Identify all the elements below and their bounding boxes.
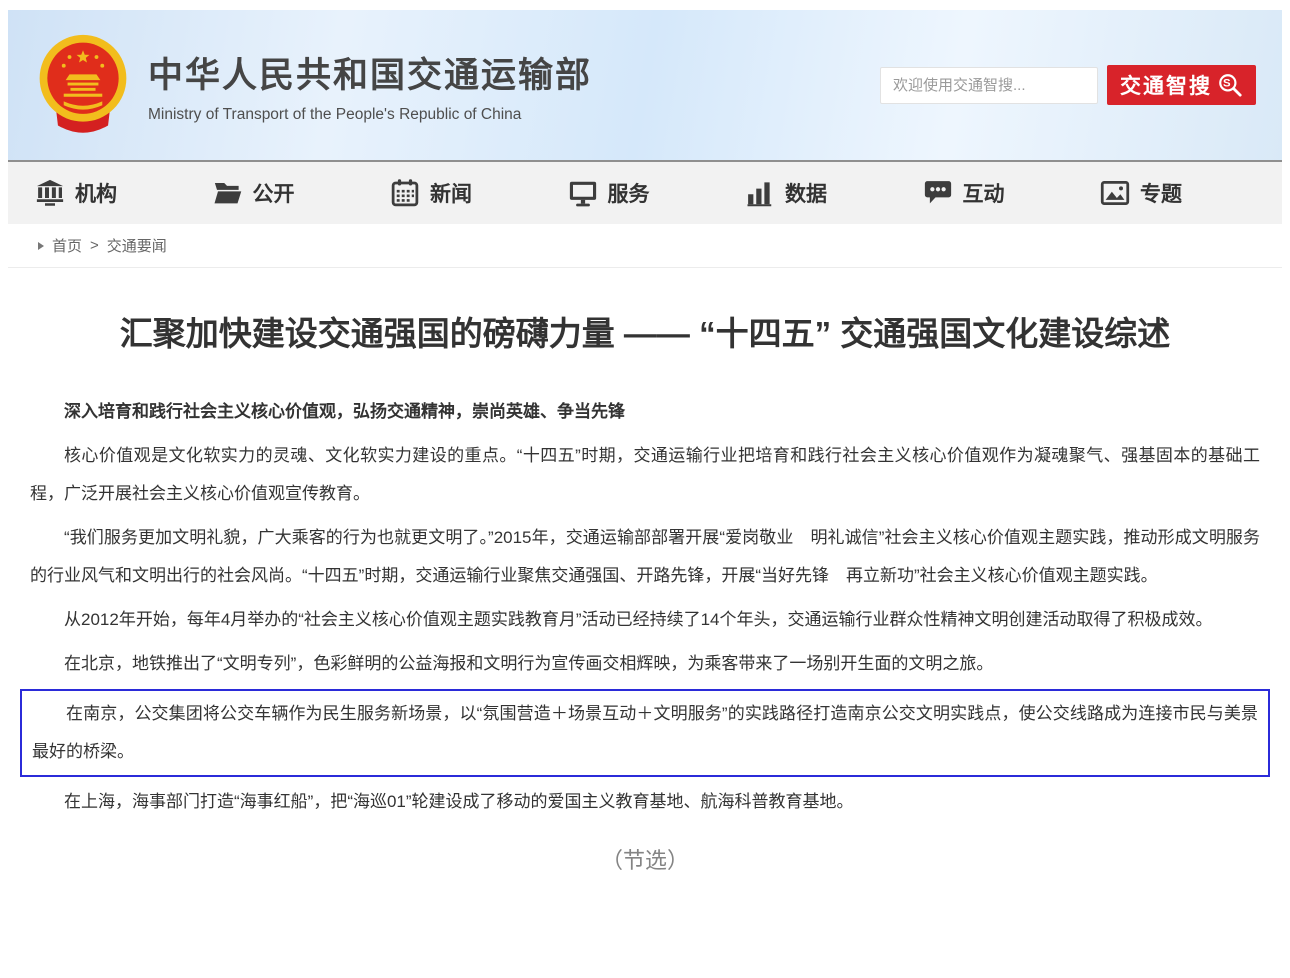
- site-subtitle: Ministry of Transport of the People's Re…: [148, 106, 592, 124]
- page: 中华人民共和国交通运输部 Ministry of Transport of th…: [0, 0, 1290, 978]
- nav-item-topics[interactable]: 专题: [1100, 178, 1182, 208]
- article-highlighted-paragraph: 在南京，公交集团将公交车辆作为民生服务新场景，以“氛围营造＋场景互动＋文明服务”…: [32, 695, 1258, 771]
- search-input[interactable]: [880, 67, 1098, 104]
- nav-label: 互动: [963, 178, 1005, 208]
- monitor-icon: [568, 178, 598, 208]
- highlight-annotation-box: 在南京，公交集团将公交车辆作为民生服务新场景，以“氛围营造＋场景互动＋文明服务”…: [20, 689, 1270, 777]
- nav-label: 新闻: [430, 178, 472, 208]
- breadcrumb-separator: >: [90, 237, 99, 254]
- bar-chart-icon: [745, 178, 775, 208]
- article-paragraph: 在北京，地铁推出了“文明专列”，色彩鲜明的公益海报和文明行为宣传画交相辉映，为乘…: [30, 645, 1260, 683]
- nav-label: 机构: [75, 178, 117, 208]
- nav-label: 专题: [1140, 178, 1182, 208]
- article-paragraph: 核心价值观是文化软实力的灵魂、文化软实力建设的重点。“十四五”时期，交通运输行业…: [30, 437, 1260, 513]
- folder-icon: [213, 178, 243, 208]
- article-lead-paragraph: 深入培育和践行社会主义核心价值观，弘扬交通精神，崇尚英雄、争当先锋: [30, 393, 1260, 431]
- picture-icon: [1100, 178, 1130, 208]
- breadcrumb-arrow-icon: [38, 242, 44, 250]
- bank-icon: [35, 178, 65, 208]
- nav-item-services[interactable]: 服务: [568, 178, 650, 208]
- excerpt-note: （节选）: [30, 843, 1260, 875]
- smart-search-button[interactable]: 交通智搜 S: [1107, 65, 1256, 105]
- nav-item-institutions[interactable]: 机构: [35, 178, 117, 208]
- nav-label: 公开: [253, 178, 295, 208]
- header-banner: 中华人民共和国交通运输部 Ministry of Transport of th…: [8, 10, 1282, 160]
- nav-label: 数据: [785, 178, 827, 208]
- article-paragraph: 从2012年开始，每年4月举办的“社会主义核心价值观主题实践教育月”活动已经持续…: [30, 601, 1260, 639]
- article: 汇聚加快建设交通强国的磅礴力量 —— “十四五” 交通强国文化建设综述 深入培育…: [0, 312, 1290, 875]
- breadcrumb-home-link[interactable]: 首页: [52, 235, 82, 256]
- site-title: 中华人民共和国交通运输部: [148, 47, 592, 98]
- nav-label: 服务: [608, 178, 650, 208]
- china-national-emblem-icon: [34, 32, 132, 138]
- main-nav: 机构 公开 新闻: [8, 160, 1282, 224]
- breadcrumb: 首页 > 交通要闻: [8, 224, 1282, 268]
- nav-item-disclosure[interactable]: 公开: [213, 178, 295, 208]
- article-closing-paragraph: 在上海，海事部门打造“海事红船”，把“海巡01”轮建设成了移动的爱国主义教育基地…: [30, 783, 1260, 821]
- article-title: 汇聚加快建设交通强国的磅礴力量 —— “十四五” 交通强国文化建设综述: [30, 312, 1260, 357]
- calendar-icon: [390, 178, 420, 208]
- nav-item-data[interactable]: 数据: [745, 178, 827, 208]
- nav-item-news[interactable]: 新闻: [390, 178, 472, 208]
- smart-search-button-label: 交通智搜: [1120, 70, 1212, 100]
- breadcrumb-current-link[interactable]: 交通要闻: [107, 235, 167, 256]
- nav-item-interaction[interactable]: 互动: [923, 178, 1005, 208]
- speech-bubble-icon: [923, 178, 953, 208]
- site-identity: 中华人民共和国交通运输部 Ministry of Transport of th…: [148, 47, 592, 124]
- magnifier-s-icon: S: [1217, 72, 1243, 98]
- search-area: 交通智搜 S: [880, 65, 1256, 105]
- svg-text:S: S: [1223, 78, 1233, 90]
- article-paragraph: “我们服务更加文明礼貌，广大乘客的行为也就更文明了。”2015年，交通运输部部署…: [30, 519, 1260, 595]
